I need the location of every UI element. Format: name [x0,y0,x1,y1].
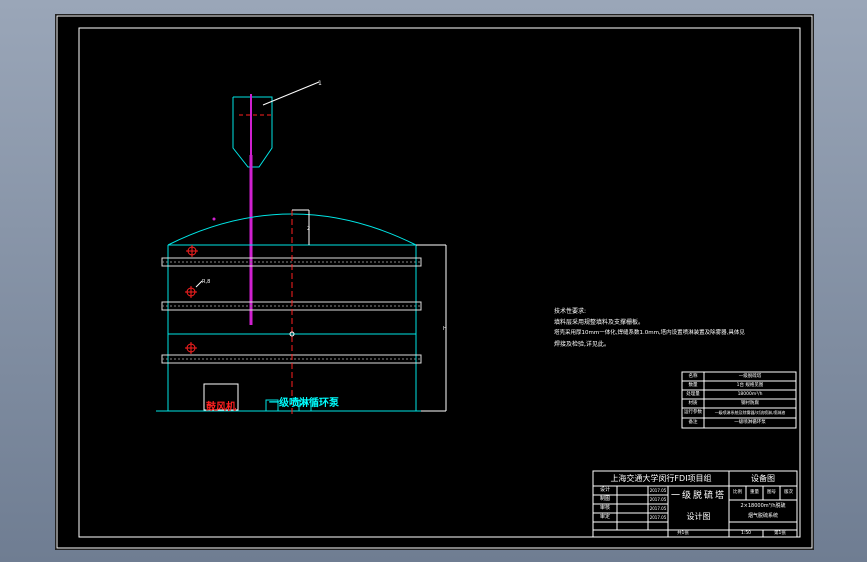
nozzle-marker-3 [185,342,197,354]
title-center: 一级脱硫塔 [670,491,726,501]
spec-value: 18000m³/h [737,392,763,397]
title-sheet: 第1张 [774,531,786,536]
title-right-header-2: 重量 [750,490,759,495]
outer-frame [56,15,813,549]
spec-key: 名称 [688,374,698,379]
dimension-top-text: 2 [307,226,310,232]
title-row-role: 审核 [599,505,610,511]
spec-row: 数量 1台 规格见图 [682,381,796,390]
tech-notes-line-2: 塔壳采用厚10mm一体化,焊缝系数1.0mm,塔内设置喷淋装置及除雾器,具体见 [554,330,745,336]
leader-line-1 [262,81,320,106]
fan-label: 鼓风机 [206,402,236,413]
tower-body [156,213,421,412]
inner-frame [78,27,801,538]
dimension-right [416,244,447,412]
title-right-header-4: 版次 [784,490,793,495]
title-row-role: 审定 [599,514,610,520]
title-row-date: 2017.05 [649,497,667,502]
nozzle-marker-2 [185,286,197,298]
spec-table: 名称 一级脱硫塔 数量 1台 规格见图 处理量 18000m³/h 材质 钢衬防… [682,372,796,428]
spec-value: 一级喷淋循环泵 [734,420,766,425]
spec-value: 1台 规格见图 [736,383,764,388]
tech-notes-title: 技术性要求: [554,308,587,315]
title-scale: 1:50 [740,531,752,536]
spec-row: 处理量 18000m³/h [682,390,796,399]
pump-label: 一级喷淋循环泵 [269,398,339,409]
leader-text-1: 1 [318,80,322,87]
tech-notes-line-3: 焊接及检验,详见此。 [554,341,610,348]
spec-key: 材质 [688,401,698,406]
spec-key: 运行参数 [684,410,702,415]
spec-row: 材质 钢衬防腐 [682,399,796,408]
title-drawing-type: 设备图 [751,474,775,483]
title-right-header-3: 图号 [767,490,776,495]
spec-key: 数量 [688,383,698,388]
title-row-date: 2017.05 [649,515,667,520]
tech-notes-line-1: 填料层采用规整填料及支撑栅板。 [554,319,645,326]
dome-mark [212,217,216,221]
nozzle-marker-1 [186,245,198,257]
title-org: 上海交通大学闵行FDI项目组 [610,474,712,483]
spec-value: 钢衬防腐 [741,401,759,406]
title-right-header-1: 比例 [733,490,742,495]
title-row-role: 制图 [599,496,610,502]
leader-text-2: R,8 [202,279,210,285]
spec-row: 名称 一级脱硫塔 [682,372,796,381]
spec-value: 一级喷淋系统及除雾器/对流喷淋,喷淋液 [714,410,786,415]
spec-key: 备注 [688,420,698,425]
tech-notes: 技术性要求: 填料层采用规整填料及支撑栅板。 塔壳采用厚10mm一体化,焊缝系数… [554,306,794,350]
drawing-sheet: 1 R,8 2 H 鼓风机 一级喷淋循环泵 技术性要求: 填料层采用规整填料及支… [55,14,814,550]
title-row-date: 2017.05 [649,488,667,493]
spec-key: 处理量 [686,392,700,397]
title-row-date: 2017.05 [649,506,667,511]
cad-drawing: 1 R,8 2 H [56,15,813,549]
spec-row: 备注 一级喷淋循环泵 [682,418,796,428]
title-project-1: 2×18000m³/h脱硫 [740,503,786,509]
spec-value: 一级脱硫塔 [738,374,762,379]
spec-row: 运行参数 一级喷淋系统及除雾器/对流喷淋,喷淋液 [682,408,796,418]
title-project-2: 烟气脱硫系统 [747,513,778,519]
dimension-right-text: H [443,326,447,332]
title-bottom-left: 共1张 [677,531,689,536]
title-row-role: 设计 [599,487,610,493]
title-block: 上海交通大学闵行FDI项目组 设备图 设计 2017.05 制图 2017.05… [593,471,797,537]
title-center-sub: 设计图 [686,512,711,521]
